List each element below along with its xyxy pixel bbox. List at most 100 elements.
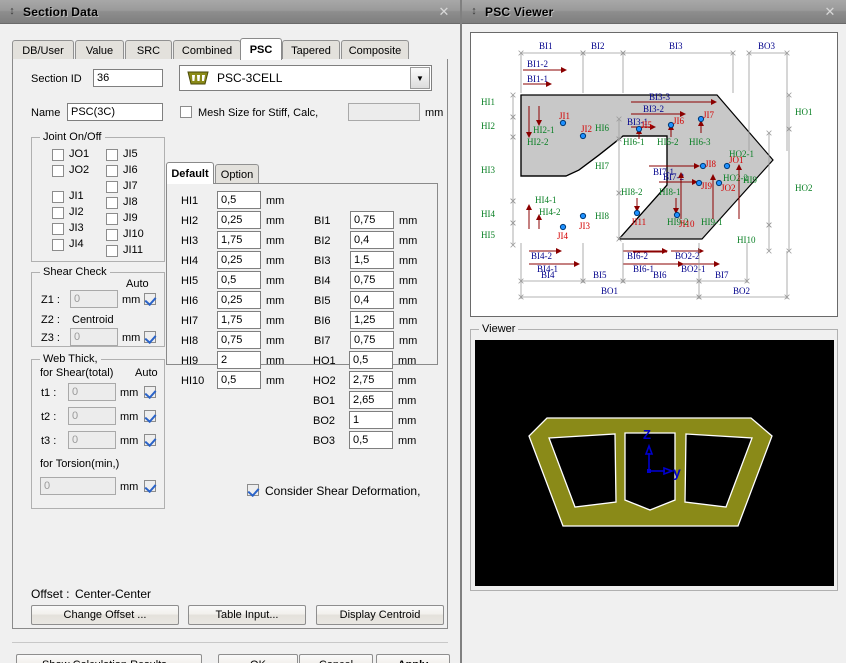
- dim-input-bi1[interactable]: [350, 211, 394, 229]
- web-t2-auto-checkbox[interactable]: [144, 410, 156, 422]
- joint-checkbox-ji8[interactable]: [106, 197, 118, 209]
- offset-value: Center-Center: [75, 587, 152, 601]
- chevron-down-icon[interactable]: ▼: [410, 67, 430, 89]
- change-offset-button[interactable]: Change Offset ...: [31, 605, 179, 625]
- dim-input-hi9[interactable]: [217, 351, 261, 369]
- dim-unit-bi1: mm: [399, 215, 418, 227]
- web-t3-input[interactable]: [68, 431, 116, 449]
- shear-z1-auto-checkbox[interactable]: [144, 293, 156, 305]
- psc-viewer-title: PSC Viewer: [485, 4, 554, 19]
- dim-input-hi5[interactable]: [217, 271, 261, 289]
- tab-psc[interactable]: PSC: [240, 38, 282, 60]
- joint-label-ji11: JI11: [123, 244, 143, 256]
- dim-input-hi8[interactable]: [217, 331, 261, 349]
- dim-input-hi7[interactable]: [217, 311, 261, 329]
- close-icon[interactable]: ✕: [436, 4, 452, 20]
- dim-label-bi1-1: BI1-1: [527, 74, 548, 84]
- dim-input-bi6[interactable]: [350, 311, 394, 329]
- shear-z3-auto-checkbox[interactable]: [144, 331, 156, 343]
- show-calculation-results-button[interactable]: Show Calculation Results...: [16, 654, 202, 663]
- tab-combined[interactable]: Combined: [173, 40, 241, 60]
- web-torsion-auto-checkbox[interactable]: [144, 480, 156, 492]
- web-torsion-input[interactable]: [40, 477, 116, 495]
- joint-checkbox-ji10[interactable]: [106, 229, 118, 241]
- dim-input-bi3[interactable]: [350, 251, 394, 269]
- table-input-button[interactable]: Table Input...: [188, 605, 306, 625]
- dim-input-bo3[interactable]: [349, 431, 393, 449]
- move-grip-icon[interactable]: ↕: [468, 5, 480, 19]
- dim-unit-ho1: mm: [398, 355, 417, 367]
- dim-label-hi8-1: HI8-1: [659, 187, 681, 197]
- close-icon[interactable]: ✕: [822, 4, 838, 20]
- dim-input-hi2[interactable]: [217, 211, 261, 229]
- joint-checkbox-ji6[interactable]: [106, 165, 118, 177]
- tab-value[interactable]: Value: [75, 40, 124, 60]
- dim-unit-bo3: mm: [398, 435, 417, 447]
- dim-label-hi9: HI9: [743, 175, 757, 185]
- mesh-size-checkbox[interactable]: [180, 106, 192, 118]
- dim-label-hi8: HI8: [595, 211, 609, 221]
- section-type-combo[interactable]: PSC-3CELL ▼: [179, 65, 432, 91]
- section-id-input[interactable]: [93, 69, 163, 87]
- dim-input-bi5[interactable]: [350, 291, 394, 309]
- tab-src[interactable]: SRC: [125, 40, 172, 60]
- joint-checkbox-ji5[interactable]: [106, 149, 118, 161]
- dim-label-hi5: HI5: [481, 230, 495, 240]
- dim-tab-default[interactable]: Default: [166, 162, 214, 184]
- dim-input-ho1[interactable]: [349, 351, 393, 369]
- dim-input-bi4[interactable]: [350, 271, 394, 289]
- joint-checkbox-ji3[interactable]: [52, 223, 64, 235]
- dim-label-hi10: HI10: [737, 235, 756, 245]
- joint-checkbox-ji4[interactable]: [52, 239, 64, 251]
- web-t3-auto-checkbox[interactable]: [144, 434, 156, 446]
- apply-button[interactable]: Apply: [376, 654, 450, 663]
- section-id-label: Section ID: [31, 73, 82, 85]
- dim-input-hi1[interactable]: [217, 191, 261, 209]
- dim-input-hi10[interactable]: [217, 371, 261, 389]
- dim-input-bo1[interactable]: [349, 391, 393, 409]
- dim-label-hi3: HI3: [481, 165, 495, 175]
- joint-label-ji3: JI3: [579, 221, 590, 231]
- web-t1-input[interactable]: [68, 383, 116, 401]
- shear-z1-input[interactable]: [70, 290, 118, 308]
- joint-checkbox-ji7[interactable]: [106, 181, 118, 193]
- tab-composite[interactable]: Composite: [341, 40, 409, 60]
- dim-input-bo2[interactable]: [349, 411, 393, 429]
- dim-input-hi6[interactable]: [217, 291, 261, 309]
- joint-label-ji11: JI11: [631, 217, 646, 227]
- mesh-size-input[interactable]: [348, 103, 420, 121]
- tab-tapered[interactable]: Tapered: [282, 40, 340, 60]
- dim-label-bi4-2: BI4-2: [531, 251, 552, 261]
- shear-z3-input[interactable]: [70, 328, 118, 346]
- tab-dbuser[interactable]: DB/User: [12, 40, 74, 60]
- web-t2-input[interactable]: [68, 407, 116, 425]
- viewer-canvas[interactable]: Z y: [475, 340, 834, 586]
- display-centroid-button[interactable]: Display Centroid: [316, 605, 444, 625]
- joint-checkbox-ji2[interactable]: [52, 207, 64, 219]
- main-tabstrip: DB/User Value SRC Combined PSC Tapered C…: [12, 38, 448, 60]
- dim-tab-option[interactable]: Option: [215, 164, 259, 184]
- joint-checkbox-jo1[interactable]: [52, 149, 64, 161]
- dim-label-hi2: HI2: [181, 215, 199, 227]
- joint-checkbox-ji9[interactable]: [106, 213, 118, 225]
- move-grip-icon[interactable]: ↕: [6, 5, 18, 19]
- joint-checkbox-ji1[interactable]: [52, 191, 64, 203]
- dim-input-hi4[interactable]: [217, 251, 261, 269]
- section-dimension-drawing[interactable]: BI1 BI2 BI3 BO3 BI1-2 BI1-1 BI3-3 BI3-2 …: [470, 32, 838, 317]
- joint-checkbox-ji11[interactable]: [106, 245, 118, 257]
- section-data-titlebar[interactable]: ↕ Section Data ✕: [0, 0, 460, 24]
- dimension-panel: HI1 mm HI2 mm HI3 mm HI4 mm HI5 mm HI6: [166, 183, 438, 389]
- web-t1-auto-checkbox[interactable]: [144, 386, 156, 398]
- dim-label-hi2-1: HI2-1: [533, 125, 555, 135]
- ok-button[interactable]: OK: [218, 654, 298, 663]
- dim-input-bi2[interactable]: [350, 231, 394, 249]
- dim-input-hi3[interactable]: [217, 231, 261, 249]
- dim-input-ho2[interactable]: [349, 371, 393, 389]
- joint-checkbox-jo2[interactable]: [52, 165, 64, 177]
- dim-tabstrip: Default Option: [166, 162, 436, 184]
- cancel-button[interactable]: Cancel: [299, 654, 373, 663]
- name-input[interactable]: [67, 103, 163, 121]
- dim-input-bi7[interactable]: [350, 331, 394, 349]
- psc-viewer-titlebar[interactable]: ↕ PSC Viewer ✕: [462, 0, 846, 24]
- consider-shear-deformation-checkbox[interactable]: [247, 484, 259, 496]
